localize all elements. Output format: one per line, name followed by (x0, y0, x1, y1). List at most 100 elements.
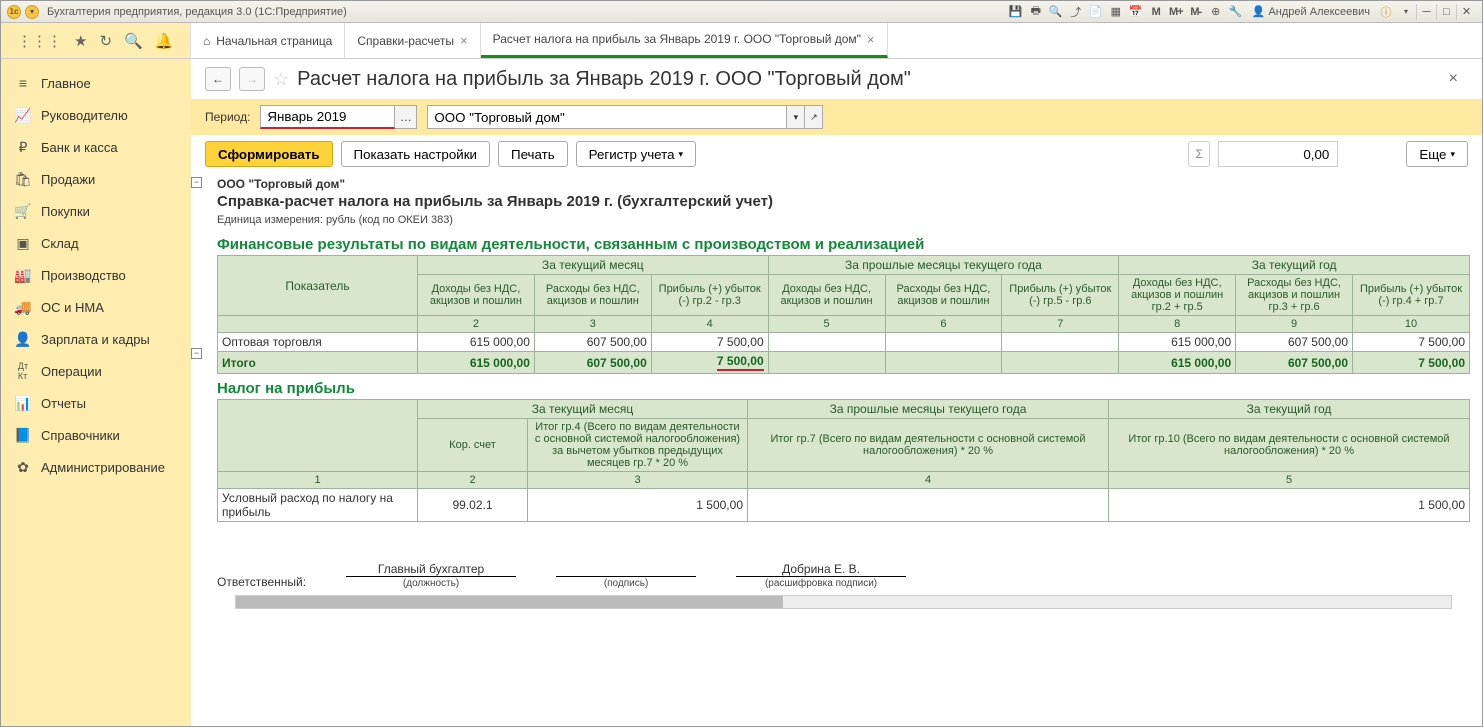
group-cur-year: За текущий год (1119, 256, 1470, 275)
sum-input[interactable] (1218, 141, 1338, 167)
sidebar-item-manager[interactable]: 📈Руководителю (1, 99, 191, 131)
h-income-p: Доходы без НДС, акцизов и пошлин (768, 275, 885, 316)
signature-row: Ответственный: Главный бухгалтер (должно… (217, 562, 1470, 589)
warehouse-icon: ▣ (15, 235, 31, 251)
col-indicator: Показатель (218, 256, 418, 316)
organization-input[interactable] (427, 105, 787, 129)
h2-cur-month: За текущий месяц (418, 400, 748, 419)
calendar-icon[interactable]: 📅 (1127, 4, 1145, 20)
h2-empty (218, 400, 418, 472)
tab-reports-close-icon[interactable]: × (460, 33, 468, 48)
tab-tax-calc-close-icon[interactable]: × (867, 32, 875, 47)
sidebar-item-label: Производство (41, 268, 126, 283)
sidebar-item-bank[interactable]: ₽Банк и касса (1, 131, 191, 163)
nav-forward-button[interactable]: → (239, 67, 265, 91)
tab-home[interactable]: ⌂ Начальная страница (191, 23, 345, 58)
page-close-icon[interactable]: × (1449, 70, 1458, 88)
period-input[interactable] (260, 105, 395, 129)
sidebar-item-label: Банк и касса (41, 140, 118, 155)
sidebar-item-label: Отчеты (41, 396, 86, 411)
close-button[interactable]: ✕ (1456, 4, 1476, 20)
quick-toolbar: ⋮⋮⋮ ★ ↻ 🔍 🔔 (1, 23, 191, 58)
sidebar-item-operations[interactable]: ДтКтОперации (1, 355, 191, 387)
sidebar-item-assets[interactable]: 🚚ОС и НМА (1, 291, 191, 323)
sidebar-item-reports[interactable]: 📊Отчеты (1, 387, 191, 419)
sidebar-item-hr[interactable]: 👤Зарплата и кадры (1, 323, 191, 355)
tab-reports[interactable]: Справки-расчеты × (345, 23, 480, 58)
copy-icon[interactable]: 📄 (1087, 4, 1105, 20)
organization-dropdown-icon[interactable]: ▾ (787, 105, 805, 129)
user-name: Андрей Алексеевич (1268, 6, 1370, 18)
tab-reports-label: Справки-расчеты (357, 34, 454, 48)
chart-up-icon: 📈 (15, 107, 31, 123)
h-income-m: Доходы без НДС, акцизов и пошлин (418, 275, 535, 316)
sidebar-item-purchases[interactable]: 🛒 Покупки (1, 195, 191, 227)
user-badge[interactable]: 👤 Андрей Алексеевич (1252, 5, 1370, 18)
gear-icon: ✿ (15, 459, 31, 475)
sidebar-item-warehouse[interactable]: ▣Склад (1, 227, 191, 259)
page-title: Расчет налога на прибыль за Январь 2019 … (297, 68, 911, 91)
tools-icon[interactable]: 🔧 (1227, 4, 1245, 20)
m-plus-button[interactable]: M+ (1167, 4, 1185, 20)
sidebar-item-production[interactable]: 🏭Производство (1, 259, 191, 291)
nav-back-button[interactable]: ← (205, 67, 231, 91)
favorite-icon[interactable]: ★ (74, 32, 87, 50)
section2-title: Налог на прибыль (217, 380, 1470, 397)
tab-tax-calc-label: Расчет налога на прибыль за Январь 2019 … (493, 32, 861, 46)
bell-icon[interactable]: 🔔 (155, 32, 174, 50)
sign-name-line: (расшифровка подписи) (736, 576, 906, 589)
cart-icon: 🛒 (15, 203, 31, 219)
chevron-down-icon: ▾ (1450, 149, 1455, 160)
table-row: Оптовая торговля 615 000,00 607 500,00 7… (218, 333, 1470, 352)
sign-name-value: Добрина Е. В. (782, 562, 860, 576)
horizontal-scrollbar[interactable] (235, 595, 1452, 609)
minimize-button[interactable]: ─ (1416, 4, 1436, 20)
sidebar-item-label: Покупки (41, 204, 90, 219)
show-settings-button[interactable]: Показать настройки (341, 141, 490, 167)
maximize-button[interactable]: □ (1436, 4, 1456, 20)
organization-open-icon[interactable]: ↗ (805, 105, 823, 129)
report-org: ООО "Торговый дом" (217, 177, 1470, 191)
sidebar-item-label: ОС и НМА (41, 300, 104, 315)
tabs-bar: ⌂ Начальная страница Справки-расчеты × Р… (191, 23, 1482, 58)
search-icon[interactable]: 🔍 (124, 32, 143, 50)
sidebar-item-main[interactable]: ≡Главное (1, 67, 191, 99)
apps-icon[interactable]: ⋮⋮⋮ (17, 32, 62, 50)
info-dropdown-icon[interactable]: ▾ (1397, 4, 1415, 20)
report-body: ООО "Торговый дом" Справка-расчет налога… (217, 177, 1470, 609)
sidebar-item-label: Справочники (41, 428, 120, 443)
sigma-icon: Σ (1188, 141, 1210, 167)
table-total-row: Итого 615 000,00 607 500,00 7 500,00 615… (218, 352, 1470, 374)
save-icon[interactable]: 💾 (1007, 4, 1025, 20)
history-icon[interactable]: ↻ (99, 32, 112, 50)
print-icon[interactable]: 🖶 (1027, 4, 1045, 20)
h2-c4: Итог гр.7 (Всего по видам деятельности с… (748, 419, 1109, 472)
report-unit: Единица измерения: рубль (код по ОКЕИ 38… (217, 214, 1470, 226)
sidebar-item-admin[interactable]: ✿Администрирование (1, 451, 191, 483)
m-button[interactable]: M (1147, 4, 1165, 20)
tab-tax-calc[interactable]: Расчет налога на прибыль за Январь 2019 … (481, 23, 888, 58)
app-menu-dropdown-icon[interactable]: ▾ (25, 5, 39, 19)
favorite-star-icon[interactable]: ☆ (273, 69, 289, 90)
form-button[interactable]: Сформировать (205, 141, 333, 167)
register-button[interactable]: Регистр учета▾ (576, 141, 696, 167)
zoom-icon[interactable]: ⊕ (1207, 4, 1225, 20)
table-icon[interactable]: ▦ (1107, 4, 1125, 20)
user-icon: 👤 (1252, 5, 1266, 18)
more-button[interactable]: Еще▾ (1406, 141, 1468, 167)
sign-position-line: (должность) (346, 576, 516, 589)
m-minus-button[interactable]: M- (1187, 4, 1205, 20)
info-icon[interactable]: ⓘ (1377, 4, 1395, 20)
collapse-toggle-2[interactable]: − (191, 348, 202, 359)
sidebar: ≡Главное 📈Руководителю ₽Банк и касса 🛍Пр… (1, 59, 191, 726)
upload-icon[interactable]: ⤴ (1067, 4, 1085, 20)
h-profit-m: Прибыль (+) убыток (-) гр.2 - гр.3 (651, 275, 768, 316)
bag-icon: 🛍 (15, 171, 31, 187)
preview-icon[interactable]: 🔍 (1047, 4, 1065, 20)
period-picker-button[interactable]: … (395, 105, 417, 129)
collapse-toggle-1[interactable]: − (191, 177, 202, 188)
tab-home-label: Начальная страница (216, 34, 332, 48)
print-button[interactable]: Печать (498, 141, 568, 167)
sidebar-item-sales[interactable]: 🛍Продажи (1, 163, 191, 195)
sidebar-item-reference[interactable]: 📘Справочники (1, 419, 191, 451)
